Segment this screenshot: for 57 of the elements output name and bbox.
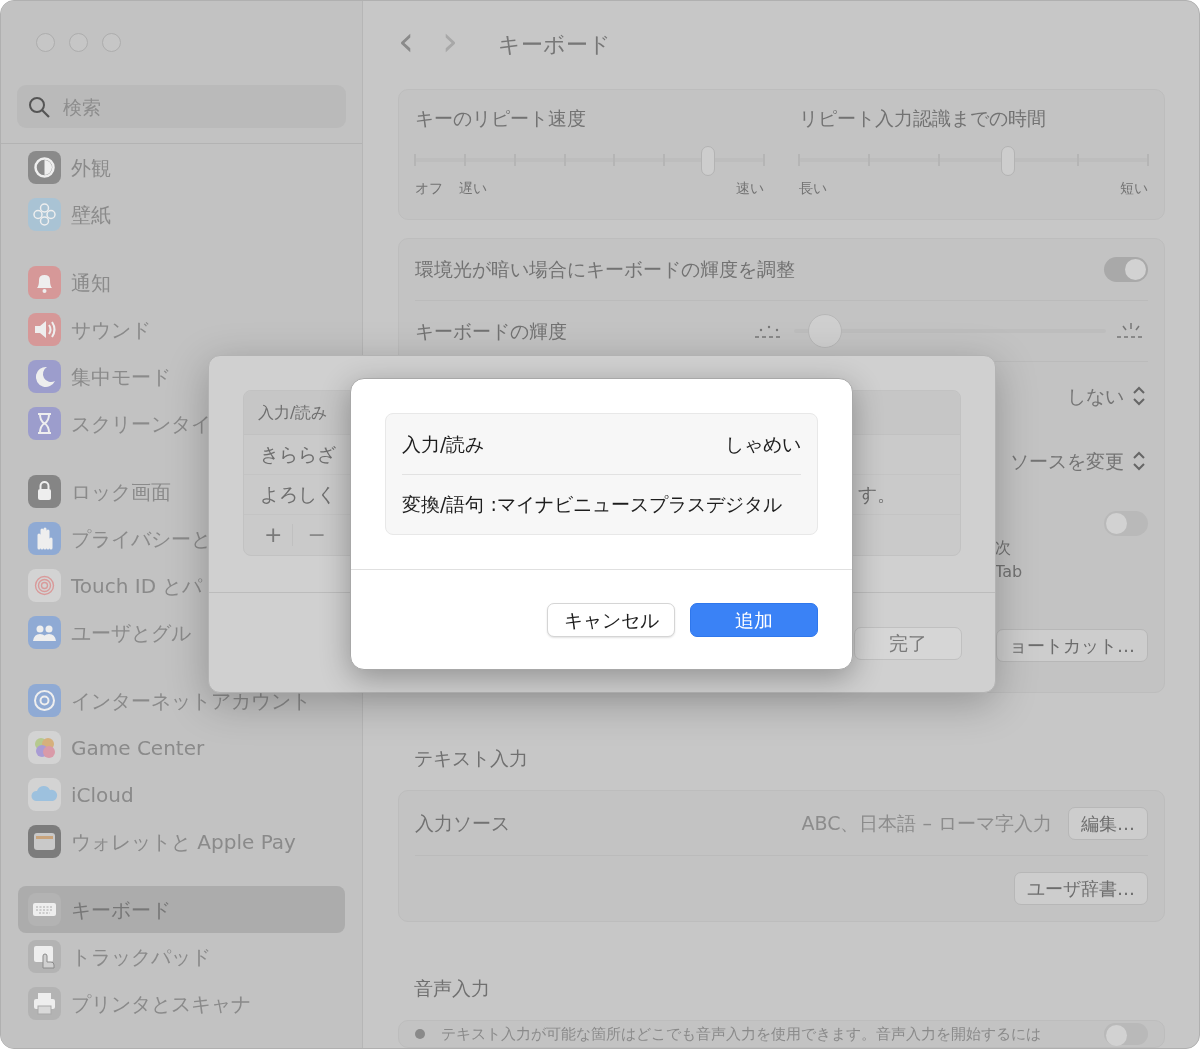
add-button[interactable]: + bbox=[254, 524, 294, 546]
input-field[interactable]: しゃめい bbox=[725, 429, 801, 458]
sidebar-item[interactable]: Game Center bbox=[18, 724, 345, 771]
window-control-button[interactable] bbox=[102, 32, 121, 52]
bullet-icon bbox=[415, 1029, 425, 1039]
sidebar-item[interactable]: 外観 bbox=[18, 144, 345, 191]
toggle-switch[interactable] bbox=[1104, 510, 1148, 536]
column-header[interactable]: 入力/読み bbox=[258, 400, 328, 425]
sidebar-item[interactable]: トラックパッド bbox=[18, 933, 345, 980]
sidebar-item[interactable]: 通知 bbox=[18, 259, 345, 306]
page-title: キーボード bbox=[498, 31, 611, 60]
popup-button[interactable]: しない bbox=[1067, 381, 1148, 411]
setting-note: Tab bbox=[995, 560, 1023, 583]
sidebar-item[interactable]: サウンド bbox=[18, 306, 345, 353]
sidebar-item[interactable]: ウォレットと Apple Pay bbox=[18, 818, 345, 865]
done-button[interactable]: 完了 bbox=[854, 627, 962, 660]
input-field[interactable]: :マイナビニュースプラスデジタル bbox=[490, 490, 782, 519]
slider-label: 速い bbox=[736, 179, 764, 198]
slider-label: 長い bbox=[799, 179, 827, 198]
back-button[interactable]: ‹ bbox=[398, 20, 414, 69]
slider-track[interactable] bbox=[415, 146, 764, 174]
remove-button[interactable]: − bbox=[297, 524, 336, 546]
forward-button[interactable]: › bbox=[442, 20, 458, 69]
slider-label: オフ bbox=[415, 179, 443, 198]
section-title: テキスト入力 bbox=[413, 745, 529, 771]
cancel-button[interactable]: キャンセル bbox=[547, 603, 675, 637]
slider-track[interactable] bbox=[799, 146, 1148, 174]
sidebar-item[interactable]: プリンタとスキャナ bbox=[18, 980, 345, 1027]
slider-title: リピート入力認識までの時間 bbox=[799, 105, 1047, 131]
field-label: 変換/語句 bbox=[402, 492, 485, 517]
section-title: 音声入力 bbox=[413, 975, 491, 1001]
brightness-slider[interactable] bbox=[794, 315, 1106, 346]
user-dictionary-button[interactable]: ユーザ辞書… bbox=[1014, 872, 1148, 906]
setting-note: 次 bbox=[995, 536, 1011, 559]
table-cell-text: す。 bbox=[858, 482, 896, 508]
slider-label: 遅い bbox=[459, 179, 487, 198]
edit-button[interactable]: 編集… bbox=[1068, 806, 1148, 840]
slider-thumb[interactable] bbox=[1001, 146, 1016, 176]
table-cell-text: きららざ bbox=[260, 442, 336, 468]
field-label: 入力/読み bbox=[402, 431, 485, 457]
toggle-switch[interactable] bbox=[1104, 1023, 1148, 1045]
slider-title: キーのリピート速度 bbox=[415, 105, 587, 131]
window-control-button[interactable] bbox=[36, 32, 55, 52]
sidebar-item[interactable]: 壁紙 bbox=[18, 191, 345, 238]
window-control-button[interactable] bbox=[69, 32, 88, 52]
shortcut-button[interactable]: ョートカット… bbox=[996, 629, 1148, 663]
slider-thumb[interactable] bbox=[701, 146, 716, 176]
table-cell-text: よろしく bbox=[260, 482, 336, 508]
toggle-switch[interactable] bbox=[1104, 256, 1148, 282]
sidebar-item[interactable]: iCloud bbox=[18, 771, 345, 818]
slider-label: 短い bbox=[1120, 179, 1148, 198]
add-button[interactable]: 追加 bbox=[690, 603, 818, 637]
search-icon bbox=[27, 94, 51, 119]
setting-label: 入力ソース bbox=[415, 811, 510, 837]
setting-label: キーボードの輝度 bbox=[415, 318, 567, 344]
setting-label: 環境光が暗い場合にキーボードの輝度を調整 bbox=[415, 257, 795, 282]
popup-button[interactable]: ソースを変更 bbox=[1010, 446, 1148, 476]
